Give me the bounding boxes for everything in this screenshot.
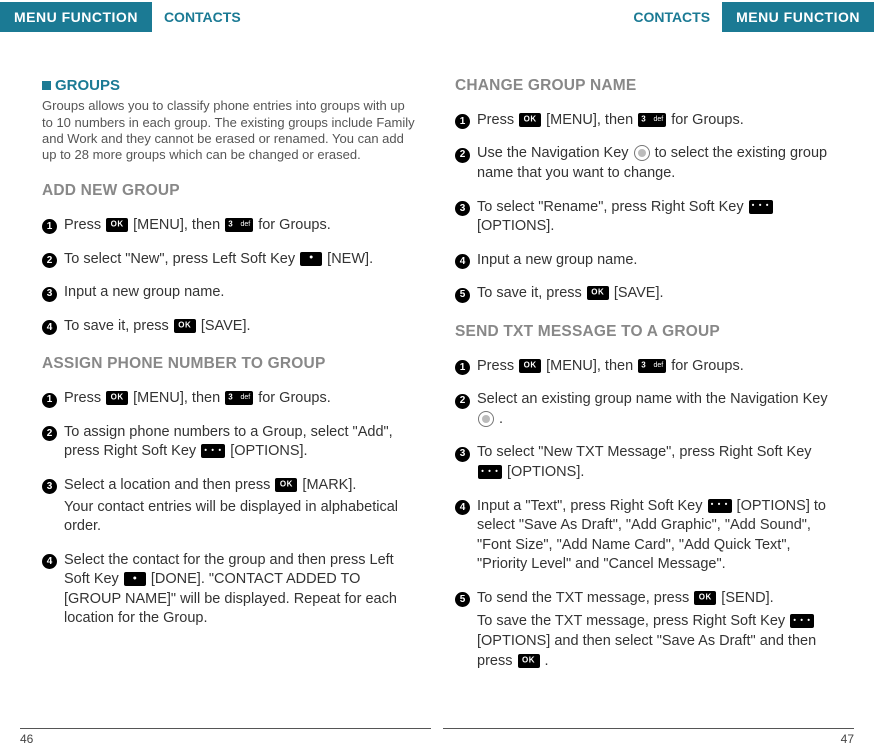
step-number-icon: 3 bbox=[455, 201, 470, 216]
step-number-icon: 4 bbox=[455, 254, 470, 269]
step-number-icon: 2 bbox=[455, 148, 470, 163]
three-key-icon: 3def bbox=[225, 218, 253, 232]
step-text: To save it, press [SAVE]. bbox=[477, 284, 832, 304]
navigation-key-icon bbox=[478, 411, 494, 427]
step: 4 Select the contact for the group and t… bbox=[42, 551, 419, 629]
step-text: Select the contact for the group and the… bbox=[64, 551, 419, 629]
step-text: To select "Rename", press Right Soft Key… bbox=[477, 198, 832, 237]
right-softkey-icon bbox=[478, 465, 502, 479]
right-softkey-icon bbox=[749, 200, 773, 214]
subhead-send-txt: SEND TXT MESSAGE TO A GROUP bbox=[455, 322, 832, 343]
left-softkey-icon bbox=[300, 252, 322, 266]
page-spread: MENU FUNCTION CONTACTS GROUPS Groups all… bbox=[0, 0, 874, 755]
step: 2 To select "New", press Left Soft Key [… bbox=[42, 250, 419, 270]
step-text: Press [MENU], then 3def for Groups. bbox=[64, 389, 419, 409]
ok-key-icon bbox=[694, 591, 716, 605]
step-text: Press [MENU], then 3def for Groups. bbox=[477, 111, 832, 131]
ok-key-icon bbox=[587, 286, 609, 300]
step: 3 To select "New TXT Message", press Rig… bbox=[455, 443, 832, 482]
page-right: CONTACTS MENU FUNCTION CHANGE GROUP NAME… bbox=[437, 0, 874, 755]
section-title-groups: GROUPS bbox=[42, 76, 419, 96]
right-softkey-icon bbox=[708, 499, 732, 513]
step: 2 To assign phone numbers to a Group, se… bbox=[42, 423, 419, 462]
step-text: Input a new group name. bbox=[64, 283, 419, 303]
step: 1 Press [MENU], then 3def for Groups. bbox=[455, 357, 832, 377]
footer-rule bbox=[443, 728, 854, 729]
step: 2 Use the Navigation Key to select the e… bbox=[455, 144, 832, 183]
step: 1 Press [MENU], then 3def for Groups. bbox=[455, 111, 832, 131]
step-number-icon: 5 bbox=[455, 288, 470, 303]
ok-key-icon bbox=[174, 319, 196, 333]
footer-rule bbox=[20, 728, 431, 729]
right-softkey-icon bbox=[790, 614, 814, 628]
ok-key-icon bbox=[106, 218, 128, 232]
step: 4 To save it, press [SAVE]. bbox=[42, 317, 419, 337]
step-text: Press [MENU], then 3def for Groups. bbox=[64, 216, 419, 236]
menu-tab-right: MENU FUNCTION bbox=[722, 2, 874, 33]
step-text: Input a new group name. bbox=[477, 251, 832, 271]
step: 5 To send the TXT message, press [SEND].… bbox=[455, 589, 832, 671]
step-text: To select "New TXT Message", press Right… bbox=[477, 443, 832, 482]
step-text: To select "New", press Left Soft Key [NE… bbox=[64, 250, 419, 270]
step: 1 Press [MENU], then 3def for Groups. bbox=[42, 216, 419, 236]
three-key-icon: 3def bbox=[638, 359, 666, 373]
ok-key-icon bbox=[519, 113, 541, 127]
three-key-icon: 3def bbox=[225, 391, 253, 405]
step-number-icon: 3 bbox=[455, 447, 470, 462]
step-text: Use the Navigation Key to select the exi… bbox=[477, 144, 832, 183]
step-number-icon: 2 bbox=[42, 426, 57, 441]
step: 3 To select "Rename", press Right Soft K… bbox=[455, 198, 832, 237]
step-number-icon: 2 bbox=[42, 253, 57, 268]
step-text: Select an existing group name with the N… bbox=[477, 390, 832, 429]
menu-tab-left: MENU FUNCTION bbox=[0, 2, 152, 33]
step-text: Press [MENU], then 3def for Groups. bbox=[477, 357, 832, 377]
step-number-icon: 3 bbox=[42, 287, 57, 302]
step-number-icon: 1 bbox=[42, 219, 57, 234]
step-text: To send the TXT message, press [SEND]. T… bbox=[477, 589, 832, 671]
section-label-right: CONTACTS bbox=[633, 8, 710, 27]
step: 3 Select a location and then press [MARK… bbox=[42, 476, 419, 537]
header-right: CONTACTS MENU FUNCTION bbox=[455, 0, 874, 34]
step-text: To save it, press [SAVE]. bbox=[64, 317, 419, 337]
step-text: Select a location and then press [MARK].… bbox=[64, 476, 419, 537]
step-number-icon: 2 bbox=[455, 394, 470, 409]
step-number-icon: 1 bbox=[455, 360, 470, 375]
right-softkey-icon bbox=[201, 444, 225, 458]
subhead-assign-number: ASSIGN PHONE NUMBER TO GROUP bbox=[42, 354, 419, 375]
step: 5 To save it, press [SAVE]. bbox=[455, 284, 832, 304]
header-left: MENU FUNCTION CONTACTS bbox=[0, 0, 419, 34]
section-title-text: GROUPS bbox=[55, 77, 120, 94]
ok-key-icon bbox=[519, 359, 541, 373]
step: 2 Select an existing group name with the… bbox=[455, 390, 832, 429]
three-key-icon: 3def bbox=[638, 113, 666, 127]
page-left: MENU FUNCTION CONTACTS GROUPS Groups all… bbox=[0, 0, 437, 755]
section-label-left: CONTACTS bbox=[164, 8, 241, 27]
subhead-change-group-name: CHANGE GROUP NAME bbox=[455, 76, 832, 97]
step-number-icon: 1 bbox=[42, 393, 57, 408]
ok-key-icon bbox=[518, 654, 540, 668]
step-number-icon: 4 bbox=[42, 554, 57, 569]
step: 1 Press [MENU], then 3def for Groups. bbox=[42, 389, 419, 409]
left-softkey-icon bbox=[124, 572, 146, 586]
step-text: Input a "Text", press Right Soft Key [OP… bbox=[477, 497, 832, 575]
groups-intro: Groups allows you to classify phone entr… bbox=[42, 98, 419, 163]
step-number-icon: 3 bbox=[42, 479, 57, 494]
step-number-icon: 1 bbox=[455, 114, 470, 129]
page-number-right: 47 bbox=[477, 731, 854, 747]
step: 4 Input a "Text", press Right Soft Key [… bbox=[455, 497, 832, 575]
page-number-left: 46 bbox=[20, 731, 397, 747]
step: 4 Input a new group name. bbox=[455, 251, 832, 271]
step-number-icon: 4 bbox=[455, 500, 470, 515]
step-number-icon: 4 bbox=[42, 320, 57, 335]
step-text: To assign phone numbers to a Group, sele… bbox=[64, 423, 419, 462]
square-bullet-icon bbox=[42, 81, 51, 90]
navigation-key-icon bbox=[634, 145, 650, 161]
subhead-add-new-group: ADD NEW GROUP bbox=[42, 181, 419, 202]
step-number-icon: 5 bbox=[455, 592, 470, 607]
ok-key-icon bbox=[106, 391, 128, 405]
ok-key-icon bbox=[275, 478, 297, 492]
step: 3 Input a new group name. bbox=[42, 283, 419, 303]
